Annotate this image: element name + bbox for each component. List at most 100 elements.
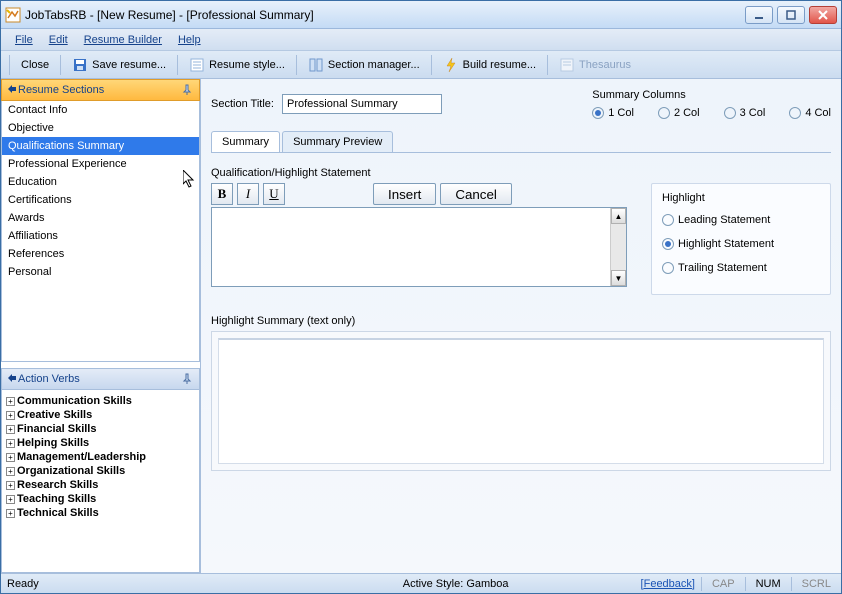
sidebar-item[interactable]: Qualifications Summary xyxy=(2,137,199,155)
verb-item[interactable]: +Financial Skills xyxy=(4,422,197,436)
tab[interactable]: Summary xyxy=(211,131,280,152)
verb-item[interactable]: +Technical Skills xyxy=(4,506,197,520)
sections-list: Contact InfoObjectiveQualifications Summ… xyxy=(1,101,200,362)
highlight-radio[interactable]: Highlight Statement xyxy=(662,238,820,250)
caret-icon xyxy=(8,84,16,96)
scroll-up-icon[interactable]: ▲ xyxy=(611,208,626,224)
expand-icon[interactable]: + xyxy=(6,439,15,448)
insert-button[interactable]: Insert xyxy=(373,183,436,205)
expand-icon[interactable]: + xyxy=(6,453,15,462)
radio-icon xyxy=(789,107,801,119)
menu-edit[interactable]: Edit xyxy=(43,32,74,48)
resume-style-button[interactable]: Resume style... xyxy=(182,54,292,76)
summary-columns-label: Summary Columns xyxy=(592,89,831,101)
menu-help[interactable]: Help xyxy=(172,32,207,48)
verb-label: Management/Leadership xyxy=(17,451,146,463)
verb-item[interactable]: +Creative Skills xyxy=(4,408,197,422)
expand-icon[interactable]: + xyxy=(6,509,15,518)
sidebar-item[interactable]: Awards xyxy=(2,209,199,227)
radio-icon xyxy=(662,238,674,250)
sidebar-item[interactable]: Professional Experience xyxy=(2,155,199,173)
col-radio[interactable]: 4 Col xyxy=(789,107,831,119)
menu-resume-builder[interactable]: Resume Builder xyxy=(78,32,168,48)
feedback-link[interactable]: [Feedback] xyxy=(641,578,695,590)
verb-label: Financial Skills xyxy=(17,423,96,435)
col-radio[interactable]: 3 Col xyxy=(724,107,766,119)
verbs-header-label: Action Verbs xyxy=(18,373,80,385)
close-button[interactable] xyxy=(809,6,837,24)
radio-icon xyxy=(592,107,604,119)
close-tool-button[interactable]: Close xyxy=(14,56,56,74)
status-active-style: Active Style: Gamboa xyxy=(403,578,509,590)
pin-icon[interactable] xyxy=(181,84,193,96)
verb-item[interactable]: +Teaching Skills xyxy=(4,492,197,506)
highlight-summary-box xyxy=(211,331,831,471)
content-area: Section Title: Summary Columns 1 Col 2 Co… xyxy=(201,79,841,573)
verbs-list: +Communication Skills+Creative Skills+Fi… xyxy=(1,390,200,573)
verb-label: Research Skills xyxy=(17,479,98,491)
highlight-summary-textarea[interactable] xyxy=(218,338,824,464)
caret-icon xyxy=(8,373,16,385)
bold-button[interactable]: B xyxy=(211,183,233,205)
save-resume-button[interactable]: Save resume... xyxy=(65,54,173,76)
qualification-label: Qualification/Highlight Statement xyxy=(211,167,831,179)
expand-icon[interactable]: + xyxy=(6,481,15,490)
tabs: SummarySummary Preview xyxy=(211,131,831,153)
thesaurus-icon xyxy=(559,57,575,73)
section-title-label: Section Title: xyxy=(211,98,274,110)
titlebar: JobTabsRB - [New Resume] - [Professional… xyxy=(1,1,841,29)
verb-label: Creative Skills xyxy=(17,409,92,421)
verb-item[interactable]: +Research Skills xyxy=(4,478,197,492)
section-manager-button[interactable]: Section manager... xyxy=(301,54,427,76)
app-icon xyxy=(5,7,21,23)
sidebar-item[interactable]: Certifications xyxy=(2,191,199,209)
expand-icon[interactable]: + xyxy=(6,467,15,476)
menu-file[interactable]: File xyxy=(9,32,39,48)
radio-icon xyxy=(662,214,674,226)
resume-sections-header[interactable]: Resume Sections xyxy=(1,79,200,101)
left-column: Resume Sections Contact InfoObjectiveQua… xyxy=(1,79,201,573)
sidebar-item[interactable]: Contact Info xyxy=(2,101,199,119)
verb-item[interactable]: +Communication Skills xyxy=(4,394,197,408)
col-radio[interactable]: 2 Col xyxy=(658,107,700,119)
underline-button[interactable]: U xyxy=(263,183,285,205)
thesaurus-button[interactable]: Thesaurus xyxy=(552,54,638,76)
section-title-input[interactable] xyxy=(282,94,442,114)
italic-button[interactable]: I xyxy=(237,183,259,205)
verb-item[interactable]: +Helping Skills xyxy=(4,436,197,450)
highlight-title: Highlight xyxy=(662,192,820,204)
action-verbs-header[interactable]: Action Verbs xyxy=(1,368,200,390)
scrollbar[interactable]: ▲ ▼ xyxy=(610,208,626,286)
save-icon xyxy=(72,57,88,73)
expand-icon[interactable]: + xyxy=(6,425,15,434)
expand-icon[interactable]: + xyxy=(6,495,15,504)
verb-label: Communication Skills xyxy=(17,395,132,407)
sidebar-item[interactable]: Personal xyxy=(2,263,199,281)
expand-icon[interactable]: + xyxy=(6,411,15,420)
tab[interactable]: Summary Preview xyxy=(282,131,393,152)
statement-textarea[interactable] xyxy=(212,208,610,286)
sidebar-item[interactable]: Affiliations xyxy=(2,227,199,245)
radio-icon xyxy=(724,107,736,119)
scroll-down-icon[interactable]: ▼ xyxy=(611,270,626,286)
build-resume-button[interactable]: Build resume... xyxy=(436,54,543,76)
maximize-button[interactable] xyxy=(777,6,805,24)
verb-item[interactable]: +Management/Leadership xyxy=(4,450,197,464)
sections-header-label: Resume Sections xyxy=(18,84,104,96)
verb-label: Helping Skills xyxy=(17,437,89,449)
pin-icon[interactable] xyxy=(181,373,193,385)
radio-icon xyxy=(658,107,670,119)
highlight-radio[interactable]: Leading Statement xyxy=(662,214,820,226)
sidebar-item[interactable]: Objective xyxy=(2,119,199,137)
sidebar-item[interactable]: Education xyxy=(2,173,199,191)
col-radio[interactable]: 1 Col xyxy=(592,107,634,119)
highlight-radio[interactable]: Trailing Statement xyxy=(662,262,820,274)
sidebar-item[interactable]: References xyxy=(2,245,199,263)
lightning-icon xyxy=(443,57,459,73)
minimize-button[interactable] xyxy=(745,6,773,24)
expand-icon[interactable]: + xyxy=(6,397,15,406)
cancel-button[interactable]: Cancel xyxy=(440,183,512,205)
verb-label: Teaching Skills xyxy=(17,493,96,505)
radio-icon xyxy=(662,262,674,274)
verb-item[interactable]: +Organizational Skills xyxy=(4,464,197,478)
